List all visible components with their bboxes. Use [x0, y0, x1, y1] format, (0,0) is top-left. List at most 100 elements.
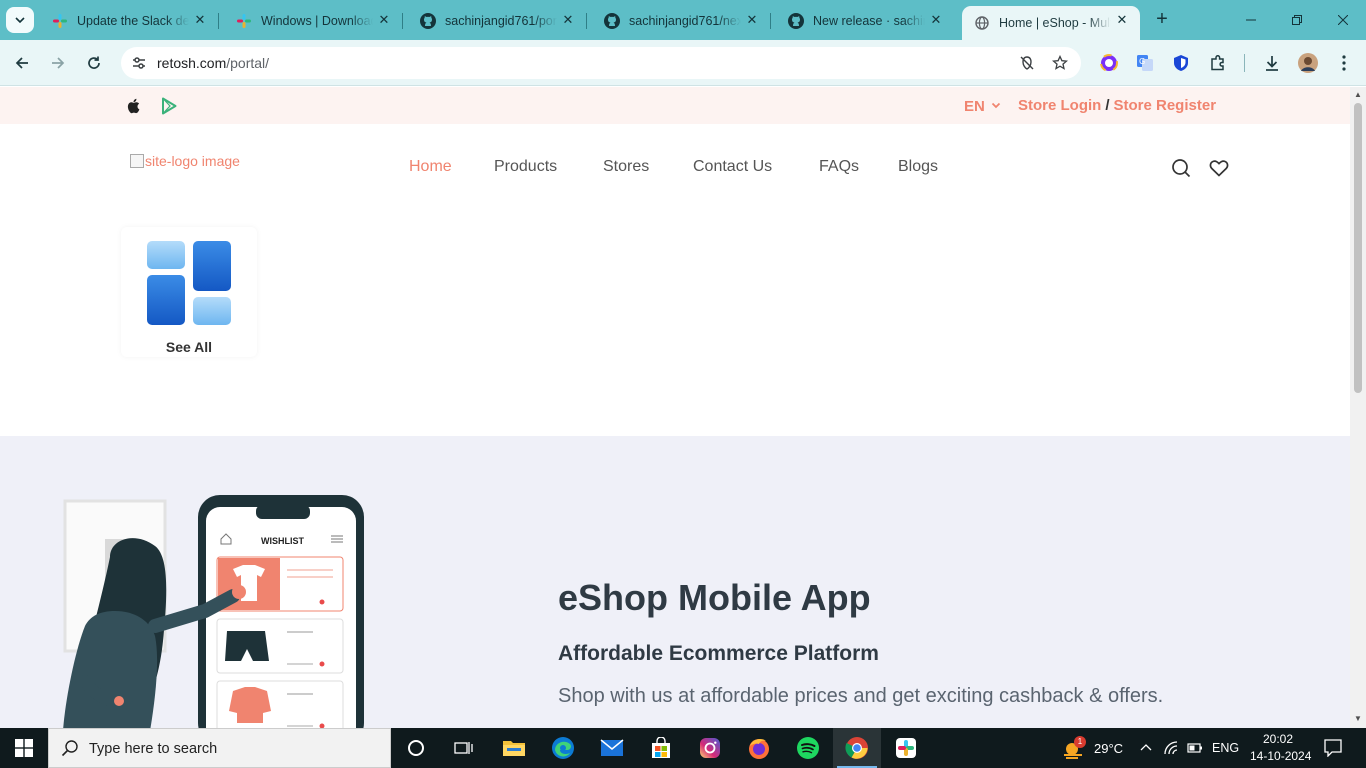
- scroll-up-arrow-icon[interactable]: ▲: [1354, 90, 1362, 99]
- battery-icon[interactable]: [1187, 742, 1203, 754]
- link-separator: /: [1105, 97, 1110, 114]
- page-scrollbar[interactable]: ▲ ▼: [1350, 87, 1366, 728]
- browser-tab-active[interactable]: Home | eShop - Multi ✕: [962, 6, 1140, 40]
- globe-icon: [974, 15, 990, 31]
- start-button[interactable]: [0, 728, 48, 768]
- reload-button[interactable]: [80, 49, 108, 77]
- browser-tab[interactable]: sachinjangid761/port ✕: [408, 6, 587, 36]
- logo-alt-text: site-logo image: [145, 153, 240, 169]
- close-window-button[interactable]: [1320, 0, 1366, 40]
- input-language[interactable]: ENG: [1212, 741, 1239, 755]
- apple-store-icon[interactable]: [124, 96, 144, 116]
- github-icon: [420, 13, 436, 29]
- taskbar-search-box[interactable]: Type here to search: [48, 728, 391, 768]
- mail-button[interactable]: [588, 728, 636, 768]
- tab-separator: [402, 13, 403, 29]
- tab-title: sachinjangid761/next: [629, 14, 741, 28]
- tab-search-button[interactable]: [6, 7, 34, 33]
- windows-logo-icon: [15, 739, 33, 757]
- close-icon[interactable]: ✕: [560, 12, 576, 28]
- nav-blogs[interactable]: Blogs: [898, 158, 938, 176]
- file-explorer-button[interactable]: [490, 728, 538, 768]
- mobile-app-promo: WISHLIST eShop Mobile App Affordable Eco…: [0, 436, 1350, 728]
- back-button[interactable]: [8, 49, 36, 77]
- instagram-button[interactable]: [686, 728, 734, 768]
- language-selector[interactable]: EN: [964, 98, 985, 115]
- slack-icon: [236, 13, 252, 29]
- restore-button[interactable]: [1274, 0, 1320, 40]
- tab-title: Update the Slack des: [77, 14, 189, 28]
- tab-separator: [586, 13, 587, 29]
- downloads-icon[interactable]: [1261, 52, 1283, 74]
- tab-title: sachinjangid761/port: [445, 14, 557, 28]
- browser-tab[interactable]: Windows | Download ✕: [224, 6, 403, 36]
- minimize-icon: [1246, 19, 1256, 21]
- edge-icon: [552, 737, 574, 759]
- tab-separator: [770, 13, 771, 29]
- google-translate-icon[interactable]: G: [1134, 52, 1156, 74]
- weather-temperature[interactable]: 29°C: [1094, 741, 1123, 756]
- firefox-button[interactable]: [735, 728, 783, 768]
- site-logo[interactable]: site-logo image: [130, 153, 240, 169]
- nav-products[interactable]: Products: [494, 158, 557, 176]
- browser-tab[interactable]: New release · sachinj ✕: [776, 6, 954, 36]
- color-picker-extension-icon[interactable]: [1098, 52, 1120, 74]
- notifications-icon[interactable]: [1324, 739, 1342, 757]
- firefox-icon: [749, 738, 769, 759]
- chrome-button[interactable]: [833, 728, 881, 768]
- task-view-button[interactable]: [440, 728, 488, 768]
- more-menu-icon[interactable]: [1333, 52, 1355, 74]
- nav-home[interactable]: Home: [409, 158, 452, 176]
- category-see-all-card[interactable]: See All: [121, 227, 257, 357]
- wishlist-heart-icon[interactable]: [1208, 157, 1230, 179]
- reload-icon: [88, 56, 100, 69]
- see-all-label: See All: [165, 339, 213, 355]
- edge-button[interactable]: [539, 728, 587, 768]
- bookmark-star-icon[interactable]: [1050, 53, 1070, 73]
- close-icon[interactable]: ✕: [928, 12, 944, 28]
- nav-contact-us[interactable]: Contact Us: [693, 158, 772, 176]
- profile-avatar[interactable]: [1297, 52, 1319, 74]
- slack-icon: [896, 738, 916, 758]
- chevron-up-icon[interactable]: [1140, 742, 1152, 752]
- chrome-icon: [845, 737, 868, 759]
- browser-tab[interactable]: sachinjangid761/next ✕: [592, 6, 771, 36]
- scroll-down-arrow-icon[interactable]: ▼: [1354, 714, 1362, 723]
- nav-stores[interactable]: Stores: [603, 158, 649, 176]
- microsoft-store-button[interactable]: [637, 728, 685, 768]
- new-tab-button[interactable]: +: [1150, 8, 1174, 32]
- slack-button[interactable]: [882, 728, 930, 768]
- store-register-link[interactable]: Store Register: [1114, 97, 1217, 114]
- chevron-down-icon[interactable]: [991, 100, 1001, 110]
- spotify-button[interactable]: [784, 728, 832, 768]
- clock-time[interactable]: 20:02: [1263, 732, 1293, 746]
- scrollbar-thumb[interactable]: [1354, 103, 1362, 393]
- close-icon[interactable]: ✕: [192, 12, 208, 28]
- tracking-blocked-icon[interactable]: [1017, 53, 1037, 73]
- minimize-button[interactable]: [1228, 0, 1274, 40]
- search-icon: [61, 740, 78, 757]
- close-icon[interactable]: ✕: [744, 12, 760, 28]
- search-placeholder: Type here to search: [89, 741, 218, 757]
- site-settings-icon[interactable]: [129, 53, 149, 73]
- nav-faqs[interactable]: FAQs: [819, 158, 859, 176]
- site-topbar: EN Store Login / Store Register: [0, 87, 1350, 124]
- play-store-icon[interactable]: [159, 96, 179, 116]
- store-login-link[interactable]: Store Login: [1018, 97, 1101, 114]
- url-text: retosh.com/portal/: [157, 55, 269, 71]
- browser-tab[interactable]: Update the Slack des ✕: [40, 6, 219, 36]
- close-icon: [1338, 15, 1348, 25]
- extensions-puzzle-icon[interactable]: [1207, 52, 1229, 74]
- address-bar[interactable]: retosh.com/portal/: [121, 47, 1081, 79]
- folder-icon: [503, 741, 525, 756]
- close-icon[interactable]: ✕: [376, 12, 392, 28]
- github-icon: [604, 13, 620, 29]
- search-icon[interactable]: [1170, 157, 1192, 179]
- shield-extension-icon[interactable]: [1170, 52, 1192, 74]
- close-icon[interactable]: ✕: [1114, 12, 1130, 28]
- clock-date[interactable]: 14-10-2024: [1250, 749, 1311, 763]
- wifi-icon[interactable]: [1163, 740, 1179, 756]
- svg-text:G: G: [1139, 57, 1145, 66]
- cortana-button[interactable]: [392, 728, 440, 768]
- forward-button[interactable]: [44, 49, 72, 77]
